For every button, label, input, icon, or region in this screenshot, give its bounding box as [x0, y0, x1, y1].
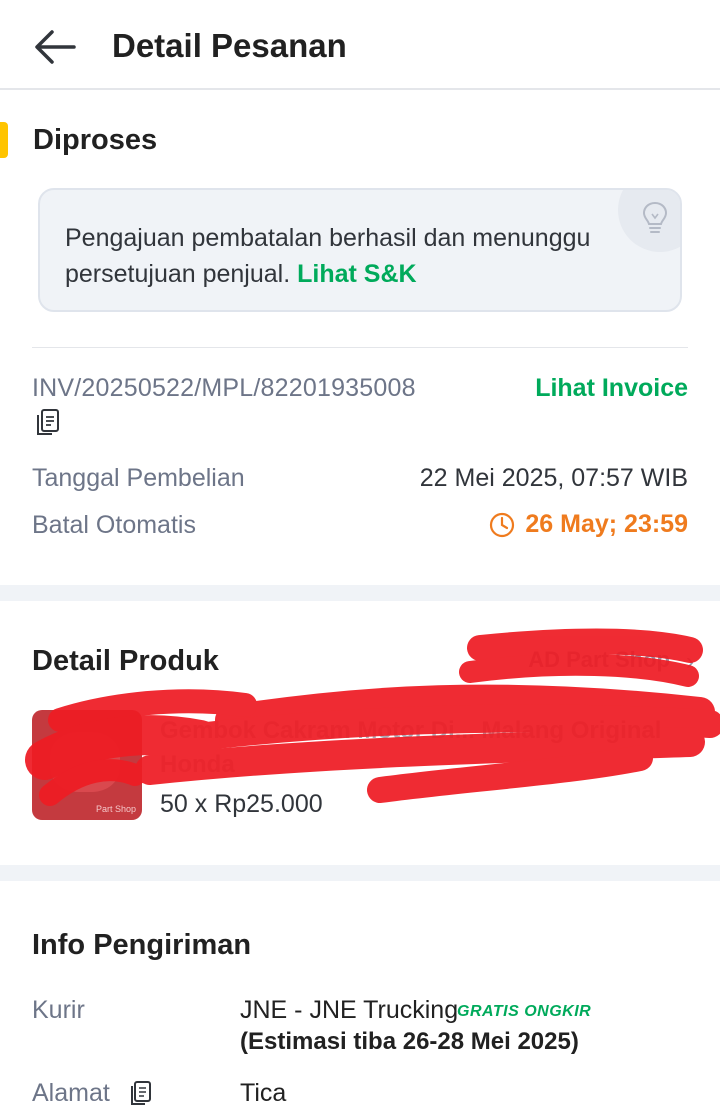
auto-cancel-value: 26 May; 23:59	[525, 510, 688, 538]
purchase-date-label: Tanggal Pembelian	[32, 464, 245, 492]
lightbulb-icon	[642, 201, 668, 233]
auto-cancel-deadline: 26 May; 23:59	[489, 510, 688, 539]
shipping-section-title: Info Pengiriman	[32, 929, 252, 961]
arrow-left-icon	[35, 30, 76, 64]
view-invoice-link[interactable]: Lihat Invoice	[535, 374, 688, 403]
order-status: Diproses	[33, 124, 158, 156]
courier-value: JNE - JNE Trucking	[240, 996, 459, 1024]
invoice-number: INV/20250522/MPL/82201935008	[32, 374, 416, 402]
free-shipping-badge: GRATIS ONGKIR	[457, 1003, 592, 1020]
page-title: Detail Pesanan	[112, 27, 347, 64]
terms-link[interactable]: Lihat S&K	[297, 260, 416, 288]
product-section-title: Detail Produk	[32, 645, 219, 677]
section-separator	[0, 585, 720, 601]
back-button[interactable]	[30, 26, 80, 68]
cancellation-notice: Pengajuan pembatalan berhasil dan menung…	[38, 188, 682, 312]
section-separator	[0, 865, 720, 881]
notice-message: Pengajuan pembatalan berhasil dan menung…	[65, 220, 635, 292]
status-accent-bar	[0, 122, 8, 158]
delivery-estimate: (Estimasi tiba 26-28 Mei 2025)	[240, 1028, 579, 1055]
shop-name-link[interactable]: AD Part Shop	[528, 647, 670, 673]
app-header: Detail Pesanan	[0, 0, 720, 90]
courier-label: Kurir	[32, 996, 85, 1024]
divider	[32, 347, 688, 348]
recipient-name: Tica	[240, 1079, 287, 1107]
product-quantity-price: 50 x Rp25.000	[160, 790, 323, 818]
clock-icon	[490, 512, 515, 537]
address-label: Alamat	[32, 1079, 110, 1107]
copy-icon[interactable]	[130, 1080, 152, 1106]
product-name[interactable]: Gembok Cakram Motor Di... Malang Origina…	[160, 714, 690, 782]
purchase-date-value: 22 Mei 2025, 07:57 WIB	[419, 464, 688, 492]
auto-cancel-label: Batal Otomatis	[32, 511, 196, 539]
product-image-highlight	[50, 732, 120, 792]
product-image-watermark: Part Shop	[95, 804, 136, 814]
chevron-right-icon[interactable]: ›	[686, 648, 694, 676]
copy-icon[interactable]	[36, 408, 60, 436]
product-image[interactable]: Part Shop	[32, 710, 142, 820]
